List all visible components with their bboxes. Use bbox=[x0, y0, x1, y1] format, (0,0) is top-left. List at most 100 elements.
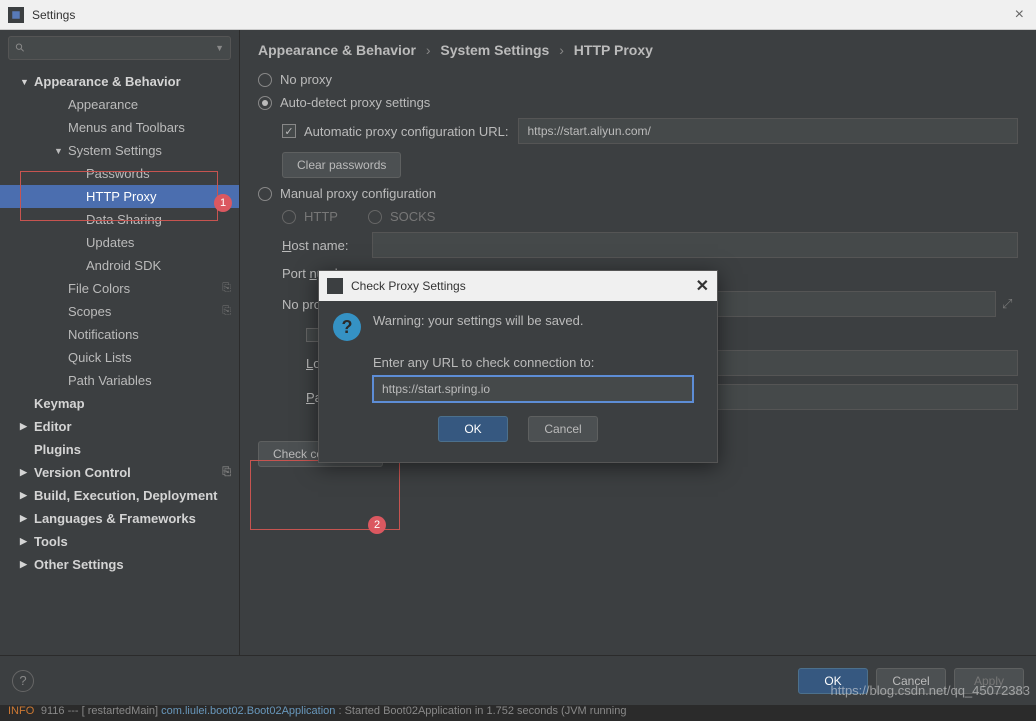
tree-item-label: Passwords bbox=[86, 166, 150, 181]
tree-item-updates[interactable]: Updates bbox=[0, 231, 239, 254]
tree-item-passwords[interactable]: Passwords bbox=[0, 162, 239, 185]
tree-item-plugins[interactable]: Plugins bbox=[0, 438, 239, 461]
project-badge-icon: ⎘ bbox=[222, 282, 231, 295]
tree-item-tools[interactable]: ▶ Tools bbox=[0, 530, 239, 553]
tree-item-label: Languages & Frameworks bbox=[34, 511, 196, 526]
auto-url-label: Automatic proxy configuration URL: bbox=[304, 124, 508, 139]
tree-arrow-icon: ▶ bbox=[20, 536, 30, 547]
tree-item-other-settings[interactable]: ▶ Other Settings bbox=[0, 553, 239, 576]
project-badge-icon: ⎘ bbox=[222, 466, 231, 479]
breadcrumb-c: HTTP Proxy bbox=[574, 42, 653, 58]
radio-icon bbox=[258, 73, 272, 87]
radio-icon bbox=[258, 96, 272, 110]
apply-button[interactable]: Apply bbox=[954, 668, 1024, 694]
tree-item-menus-and-toolbars[interactable]: Menus and Toolbars bbox=[0, 116, 239, 139]
tree-item-label: Plugins bbox=[34, 442, 81, 457]
breadcrumb-b[interactable]: System Settings bbox=[440, 42, 549, 58]
tree-item-appearance[interactable]: Appearance bbox=[0, 93, 239, 116]
tree-arrow-icon: ▶ bbox=[20, 490, 30, 501]
radio-manual[interactable]: Manual proxy configuration bbox=[258, 186, 1018, 201]
tree-item-label: Tools bbox=[34, 534, 68, 549]
tree-item-version-control[interactable]: ▶ Version Control ⎘ bbox=[0, 461, 239, 484]
tree-item-data-sharing[interactable]: Data Sharing bbox=[0, 208, 239, 231]
tree-item-system-settings[interactable]: ▼ System Settings bbox=[0, 139, 239, 162]
annotation-badge-2: 2 bbox=[368, 516, 386, 534]
cancel-button[interactable]: Cancel bbox=[876, 668, 946, 694]
settings-tree: ▼ Appearance & Behavior Appearance Menus an… bbox=[0, 66, 239, 580]
tree-arrow-icon: ▶ bbox=[20, 421, 30, 432]
host-input bbox=[372, 232, 1018, 258]
tree-arrow-icon: ▼ bbox=[20, 77, 30, 87]
chevron-down-icon[interactable]: ▼ bbox=[215, 43, 224, 53]
tree-item-http-proxy[interactable]: HTTP Proxy bbox=[0, 185, 239, 208]
dialog-footer: ? OK Cancel Apply bbox=[0, 655, 1036, 705]
tree-item-build-execution-deployment[interactable]: ▶ Build, Execution, Deployment bbox=[0, 484, 239, 507]
tree-item-scopes[interactable]: Scopes ⎘ bbox=[0, 300, 239, 323]
radio-http bbox=[282, 210, 296, 224]
tree-item-quick-lists[interactable]: Quick Lists bbox=[0, 346, 239, 369]
search-icon bbox=[15, 42, 26, 54]
tree-arrow-icon: ▶ bbox=[20, 467, 30, 478]
tree-item-editor[interactable]: ▶ Editor bbox=[0, 415, 239, 438]
app-icon bbox=[8, 7, 24, 23]
tree-item-android-sdk[interactable]: Android SDK bbox=[0, 254, 239, 277]
tree-item-path-variables[interactable]: Path Variables bbox=[0, 369, 239, 392]
tree-item-label: Editor bbox=[34, 419, 72, 434]
breadcrumb-a[interactable]: Appearance & Behavior bbox=[258, 42, 416, 58]
dialog-cancel-button[interactable]: Cancel bbox=[528, 416, 598, 442]
tree-item-label: Appearance & Behavior bbox=[34, 74, 181, 89]
tree-item-label: Build, Execution, Deployment bbox=[34, 488, 217, 503]
app-icon bbox=[327, 278, 343, 294]
tree-item-label: Appearance bbox=[68, 97, 138, 112]
search-box[interactable]: ▼ bbox=[8, 36, 231, 60]
search-input[interactable] bbox=[30, 41, 215, 55]
help-button[interactable]: ? bbox=[12, 670, 34, 692]
clear-passwords-button[interactable]: Clear passwords bbox=[282, 152, 401, 178]
tree-item-keymap[interactable]: Keymap bbox=[0, 392, 239, 415]
tree-item-label: Other Settings bbox=[34, 557, 124, 572]
tree-item-file-colors[interactable]: File Colors ⎘ bbox=[0, 277, 239, 300]
breadcrumb: Appearance & Behavior › System Settings … bbox=[258, 42, 1018, 58]
tree-item-label: Menus and Toolbars bbox=[68, 120, 185, 135]
check-proxy-dialog: Check Proxy Settings ✕ ? Warning: your s… bbox=[318, 270, 718, 463]
dialog-close-button[interactable]: ✕ bbox=[696, 276, 709, 296]
tree-item-appearance-behavior[interactable]: ▼ Appearance & Behavior bbox=[0, 70, 239, 93]
radio-no-proxy[interactable]: No proxy bbox=[258, 72, 1018, 87]
tree-arrow-icon: ▶ bbox=[20, 513, 30, 524]
dialog-ok-button[interactable]: OK bbox=[438, 416, 508, 442]
host-label: Host name: bbox=[282, 238, 372, 253]
radio-icon bbox=[258, 187, 272, 201]
settings-sidebar: ▼ ▼ Appearance & Behavior Appearance Menus … bbox=[0, 30, 240, 655]
project-badge-icon: ⎘ bbox=[222, 305, 231, 318]
tree-item-label: Keymap bbox=[34, 396, 85, 411]
tree-item-label: Data Sharing bbox=[86, 212, 162, 227]
tree-item-label: File Colors bbox=[68, 281, 130, 296]
dialog-title: Check Proxy Settings bbox=[351, 279, 696, 293]
tree-item-label: Scopes bbox=[68, 304, 111, 319]
tree-item-label: HTTP Proxy bbox=[86, 189, 157, 204]
auto-url-input[interactable] bbox=[518, 118, 1018, 144]
window-title: Settings bbox=[32, 8, 1011, 22]
tree-item-label: Android SDK bbox=[86, 258, 161, 273]
dialog-titlebar: Check Proxy Settings ✕ bbox=[319, 271, 717, 301]
dialog-prompt-text: Enter any URL to check connection to: bbox=[373, 355, 703, 370]
expand-icon: ⤢ bbox=[1002, 296, 1018, 312]
ok-button[interactable]: OK bbox=[798, 668, 868, 694]
tree-item-label: Quick Lists bbox=[68, 350, 132, 365]
checkbox-auto-url[interactable] bbox=[282, 124, 296, 138]
question-icon: ? bbox=[333, 313, 361, 341]
check-url-input[interactable] bbox=[373, 376, 693, 402]
tree-item-notifications[interactable]: Notifications bbox=[0, 323, 239, 346]
tree-arrow-icon: ▶ bbox=[20, 559, 30, 570]
tree-item-label: System Settings bbox=[68, 143, 162, 158]
tree-item-label: Path Variables bbox=[68, 373, 152, 388]
radio-auto-detect[interactable]: Auto-detect proxy settings bbox=[258, 95, 1018, 110]
dialog-warning-text: Warning: your settings will be saved. bbox=[373, 313, 584, 328]
radio-socks bbox=[368, 210, 382, 224]
tree-arrow-icon: ▼ bbox=[54, 146, 64, 156]
window-close-button[interactable]: × bbox=[1011, 6, 1028, 24]
tree-item-label: Updates bbox=[86, 235, 134, 250]
tree-item-label: Notifications bbox=[68, 327, 139, 342]
tree-item-label: Version Control bbox=[34, 465, 131, 480]
tree-item-languages-frameworks[interactable]: ▶ Languages & Frameworks bbox=[0, 507, 239, 530]
